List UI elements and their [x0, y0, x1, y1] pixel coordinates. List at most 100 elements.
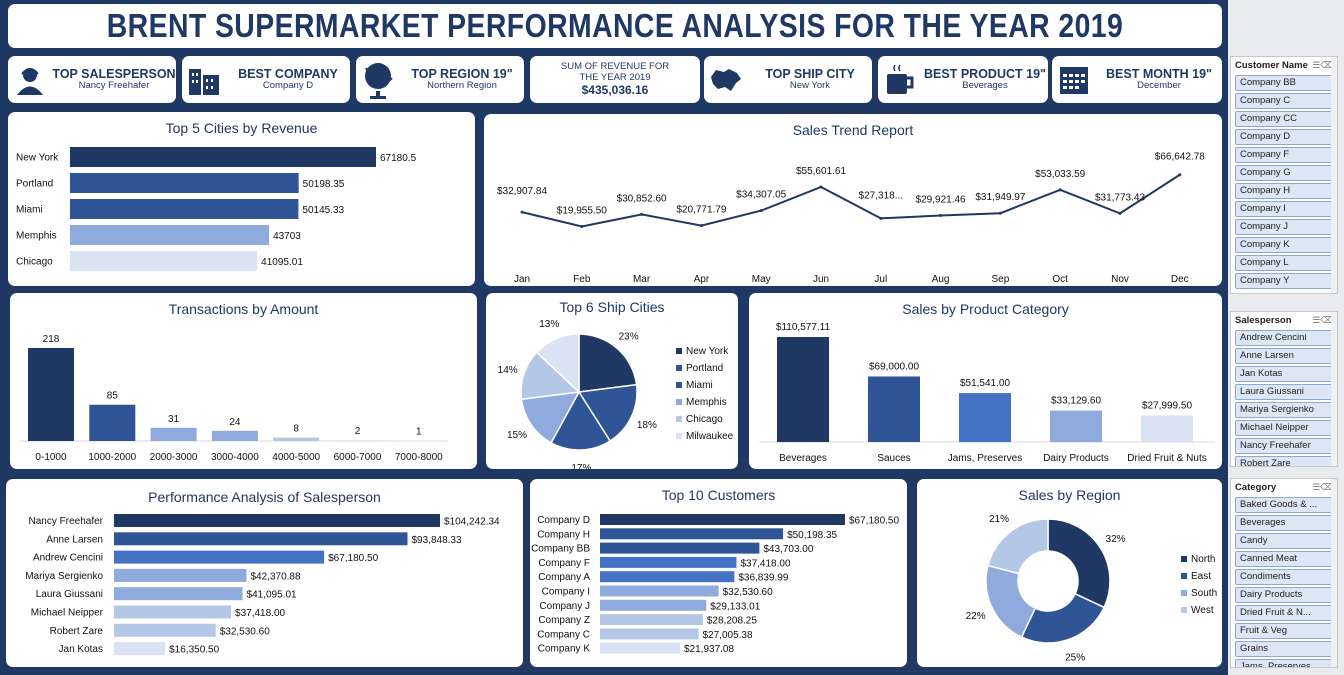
bar	[211, 430, 258, 441]
data-label: 23%	[619, 332, 639, 343]
slicer-item[interactable]: Company D	[1235, 129, 1333, 145]
slicer-item[interactable]: Beverages	[1235, 515, 1333, 531]
slicer-item[interactable]: Grains	[1235, 641, 1333, 657]
legend-label: Miami	[686, 380, 713, 391]
data-label: $34,307.05	[736, 190, 786, 201]
bar	[273, 437, 320, 441]
slicer-item[interactable]: Condiments	[1235, 569, 1333, 585]
bar	[777, 337, 829, 442]
data-label: $16,350.50	[169, 645, 219, 656]
category-label: Memphis	[16, 231, 57, 242]
slicer-item[interactable]: Company J	[1235, 219, 1333, 235]
multiselect-icon[interactable]: ☰⌫	[1312, 60, 1333, 72]
slicer-item[interactable]: Candy	[1235, 533, 1333, 549]
data-label: 24	[229, 417, 241, 428]
slicer-scrollbar[interactable]	[1331, 479, 1337, 667]
slicer-item[interactable]: Company Y	[1235, 273, 1333, 289]
category-label: Robert Zare	[50, 626, 104, 637]
slicer-scrollbar[interactable]	[1331, 57, 1337, 293]
slicer-item[interactable]: Company L	[1235, 255, 1333, 271]
slicer-item[interactable]: Company H	[1235, 183, 1333, 199]
legend-label: Memphis	[686, 397, 727, 408]
data-label: $27,005.38	[702, 630, 752, 641]
data-label: $55,601.61	[796, 166, 846, 177]
bar	[334, 440, 381, 441]
legend-label: West	[1191, 605, 1214, 616]
data-label: $36,839.99	[738, 573, 788, 584]
x-tick-label: Sep	[992, 274, 1010, 285]
category-label: Laura Giussani	[36, 589, 103, 600]
globe-icon	[356, 58, 400, 102]
slicer-customer-name: Customer Name ☰⌫ Company BB Company C Compa…	[1230, 56, 1338, 294]
category-label: Company J	[539, 601, 590, 612]
data-label: 18%	[637, 420, 657, 431]
slicer-item[interactable]: Company K	[1235, 237, 1333, 253]
chart-product-category: Sales by Product Category $110,577.11 Bev…	[749, 293, 1222, 469]
data-point	[1178, 173, 1182, 177]
slicer-item[interactable]: Robert Zare	[1235, 456, 1333, 466]
slicer-item[interactable]: Michael Neipper	[1235, 420, 1333, 436]
slicer-item[interactable]: Jan Kotas	[1235, 366, 1333, 382]
kpi-top-ship-city: TOP SHIP CITY New York	[704, 56, 872, 103]
chart-sales-trend: Sales Trend Report $32,907.84 Jan $19,955.…	[484, 114, 1222, 286]
kpi-value: New York	[789, 80, 831, 92]
data-label: $32,907.84	[497, 186, 547, 197]
data-label: 21%	[989, 514, 1009, 525]
x-tick-label: 4000-5000	[272, 452, 320, 463]
bar	[868, 376, 920, 442]
legend-label: North	[1191, 554, 1215, 565]
slicer-item[interactable]: Mariya Sergienko	[1235, 402, 1333, 418]
slicer-item[interactable]: Company G	[1235, 165, 1333, 181]
slicer-item[interactable]: Company CC	[1235, 111, 1333, 127]
map-icon	[704, 58, 748, 102]
legend-label: Milwaukee	[686, 431, 734, 442]
slicer-item[interactable]: Nancy Freehafer	[1235, 438, 1333, 454]
legend-swatch	[676, 365, 682, 371]
slicer-item[interactable]: Fruit & Veg	[1235, 623, 1333, 639]
bar	[28, 348, 74, 441]
building-icon	[182, 58, 226, 102]
multiselect-icon[interactable]: ☰⌫	[1312, 482, 1333, 494]
slicer-item[interactable]: Andrew Cencini	[1235, 330, 1333, 346]
data-label: 17%	[571, 463, 591, 469]
slicer-item[interactable]: Company I	[1235, 201, 1333, 217]
bar	[114, 623, 216, 637]
slicer-item[interactable]: Baked Goods & ...	[1235, 497, 1333, 513]
x-tick-label: 2000-3000	[150, 452, 198, 463]
category-label: Company Z	[538, 615, 590, 626]
bar	[114, 568, 247, 582]
multiselect-icon[interactable]: ☰⌫	[1312, 315, 1333, 327]
category-label: Jan Kotas	[59, 644, 103, 655]
data-point	[819, 185, 823, 189]
slicer-item[interactable]: Dairy Products	[1235, 587, 1333, 603]
x-tick-label: 6000-7000	[334, 452, 382, 463]
x-tick-label: Feb	[573, 274, 591, 285]
x-tick-label: Aug	[932, 274, 950, 285]
slicer-title: Salesperson	[1235, 315, 1292, 326]
kpi-value: Beverages	[962, 80, 1008, 92]
slicer-item[interactable]: Company BB	[1235, 75, 1333, 91]
slicer-item[interactable]: Company C	[1235, 93, 1333, 109]
category-label: New York	[16, 153, 59, 164]
data-point	[879, 216, 883, 220]
slicer-item[interactable]: Dried Fruit & N...	[1235, 605, 1333, 621]
bar	[600, 528, 784, 540]
slicer-item[interactable]: Laura Giussani	[1235, 384, 1333, 400]
calendar-icon	[1052, 58, 1096, 102]
data-point	[580, 225, 584, 229]
slicer-item[interactable]: Company F	[1235, 147, 1333, 163]
legend-swatch	[676, 348, 682, 354]
data-label: 14%	[498, 365, 518, 376]
data-label: $29,133.01	[710, 601, 760, 612]
x-tick-label: Sauces	[877, 453, 910, 464]
slicer-scrollbar[interactable]	[1331, 312, 1337, 466]
bar	[600, 614, 703, 626]
slicer-item[interactable]: Canned Meat	[1235, 551, 1333, 567]
kpi-value: Company D	[262, 80, 314, 92]
legend-label: South	[1191, 588, 1217, 599]
kpi-label: SUM OF REVENUE FOR THE YEAR 2019	[560, 60, 670, 83]
x-tick-label: Dec	[1171, 274, 1189, 285]
slicer-item[interactable]: Jams, Preserves	[1235, 659, 1333, 667]
data-label: 8	[293, 424, 299, 435]
slicer-item[interactable]: Anne Larsen	[1235, 348, 1333, 364]
